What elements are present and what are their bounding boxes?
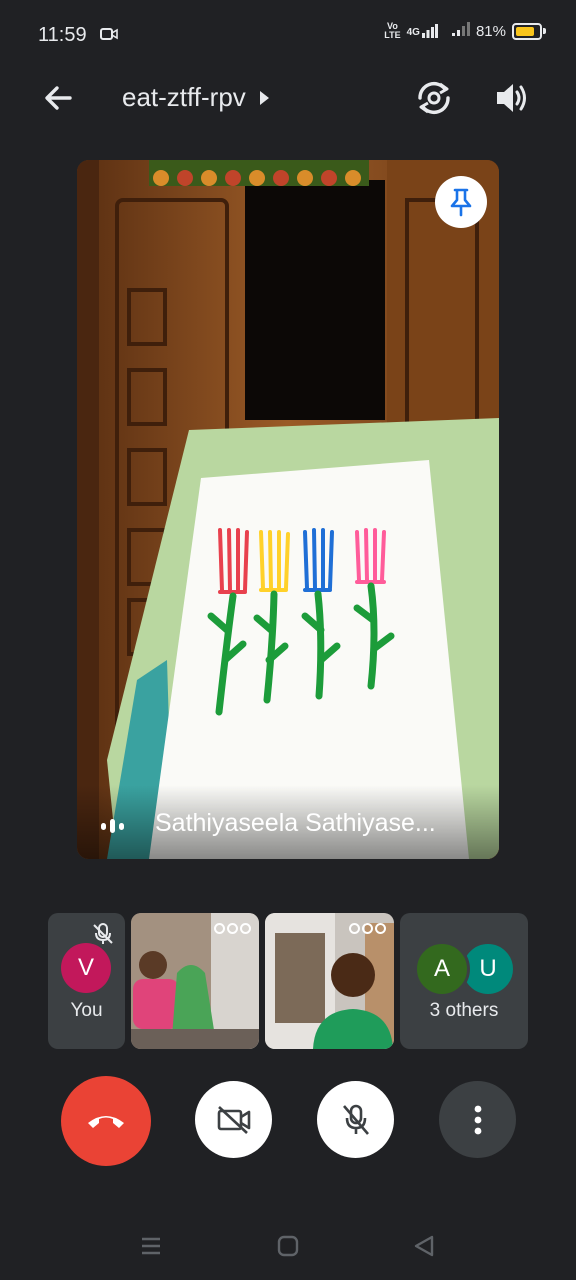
participant-tile-1[interactable] [131, 913, 259, 1049]
self-label: You [70, 1000, 103, 1021]
caret-right-icon [259, 90, 269, 105]
pin-icon [450, 188, 472, 217]
home-icon[interactable] [277, 1235, 299, 1257]
volte-indicator: Vo LTE [384, 21, 401, 40]
signal-4g-icon: 4G [407, 24, 438, 38]
speaker-icon [497, 84, 526, 112]
screen-record-icon [100, 26, 118, 47]
more-vert-icon [474, 1105, 481, 1134]
mic-toggle-button[interactable] [317, 1081, 394, 1158]
self-avatar: V [61, 943, 111, 993]
participant-name-bar: Sathiyaseela Sathiyase... [77, 785, 499, 859]
meeting-info-button[interactable]: eat-ztff-rpv [122, 82, 269, 113]
others-tile[interactable]: U A 3 others [400, 913, 528, 1049]
phone-hangup-icon [88, 1116, 124, 1128]
status-time: 11:59 [38, 24, 87, 46]
main-video-tile[interactable]: Sathiyaseela Sathiyase... [77, 160, 499, 859]
more-options-button[interactable] [439, 1081, 516, 1158]
switch-camera-button[interactable] [414, 78, 454, 118]
system-navigation-bar [0, 1196, 576, 1280]
arrow-left-icon [45, 86, 72, 110]
others-label: 3 others [429, 1000, 499, 1021]
end-call-button[interactable] [61, 1076, 151, 1166]
video-off-icon [217, 1105, 250, 1134]
pin-button[interactable] [435, 176, 487, 228]
status-indicators: Vo LTE 4G 81% [384, 22, 546, 40]
meeting-header: eat-ztff-rpv [0, 70, 576, 126]
battery-icon [512, 22, 546, 40]
status-bar: 11:59 Vo LTE 4G 81% [0, 0, 576, 70]
self-tile[interactable]: V You [48, 913, 125, 1049]
back-nav-icon[interactable] [413, 1234, 435, 1258]
audio-level-icon [101, 819, 124, 833]
participant-video [77, 160, 499, 859]
mic-off-icon [93, 923, 113, 944]
back-button[interactable] [40, 80, 76, 116]
switch-camera-icon [418, 81, 450, 115]
camera-toggle-button[interactable] [195, 1081, 272, 1158]
battery-fill [516, 26, 534, 36]
participant-name: Sathiyaseela Sathiyase... [155, 809, 436, 837]
audio-output-button[interactable] [494, 78, 530, 118]
participant-tile-2[interactable] [265, 913, 394, 1049]
meeting-code: eat-ztff-rpv [122, 82, 246, 112]
more-options-icon[interactable] [214, 923, 251, 934]
mic-off-icon [342, 1104, 369, 1135]
others-avatar-a: A [414, 941, 470, 997]
signal-bars-icon [451, 22, 470, 40]
recent-apps-icon[interactable] [140, 1236, 162, 1256]
more-options-icon[interactable] [349, 923, 386, 934]
battery-percent: 81% [475, 22, 506, 40]
